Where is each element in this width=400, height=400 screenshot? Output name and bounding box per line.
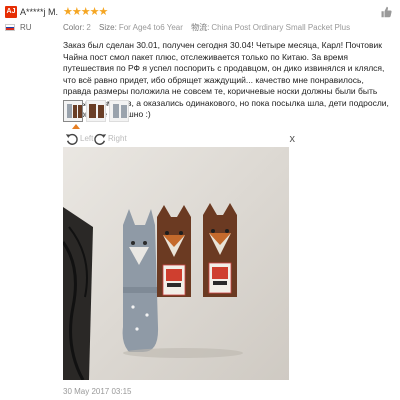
review-thumbnail[interactable] bbox=[109, 100, 129, 122]
review-photo bbox=[63, 147, 289, 380]
color-value: 2 bbox=[86, 23, 91, 32]
rating-stars: ★★★★★ bbox=[63, 6, 108, 18]
review-date: 30 May 2017 03:15 bbox=[63, 387, 132, 396]
product-attributes: Color: 2 Size: For Age4 to6 Year 物流: China … bbox=[63, 22, 356, 33]
socks-photo bbox=[63, 147, 289, 380]
reviewer-name: A*****j M. bbox=[20, 7, 59, 17]
thumbs-up-icon[interactable] bbox=[380, 6, 392, 18]
close-icon[interactable]: x bbox=[290, 133, 296, 145]
review-thumbnail[interactable] bbox=[86, 100, 106, 122]
country-flag-icon bbox=[5, 24, 15, 31]
size-value: For Age4 to6 Year bbox=[118, 23, 183, 32]
reviewer-avatar: AJ bbox=[5, 6, 17, 18]
logistics-value: China Post Ordinary Small Packet Plus bbox=[211, 23, 351, 32]
review-thumbnail[interactable] bbox=[63, 100, 83, 122]
size-label: Size: bbox=[99, 23, 117, 32]
active-thumbnail-caret bbox=[72, 124, 80, 129]
review-thumbnails bbox=[63, 100, 129, 124]
rotate-left-label: Left bbox=[80, 134, 94, 143]
rotate-left-icon[interactable] bbox=[65, 132, 79, 146]
color-label: Color: bbox=[63, 23, 85, 32]
logistics-label: 物流: bbox=[191, 23, 210, 32]
rotate-right-label: Right bbox=[108, 134, 127, 143]
reviewer-country: RU bbox=[20, 23, 32, 32]
rotate-right-icon[interactable] bbox=[93, 132, 107, 146]
